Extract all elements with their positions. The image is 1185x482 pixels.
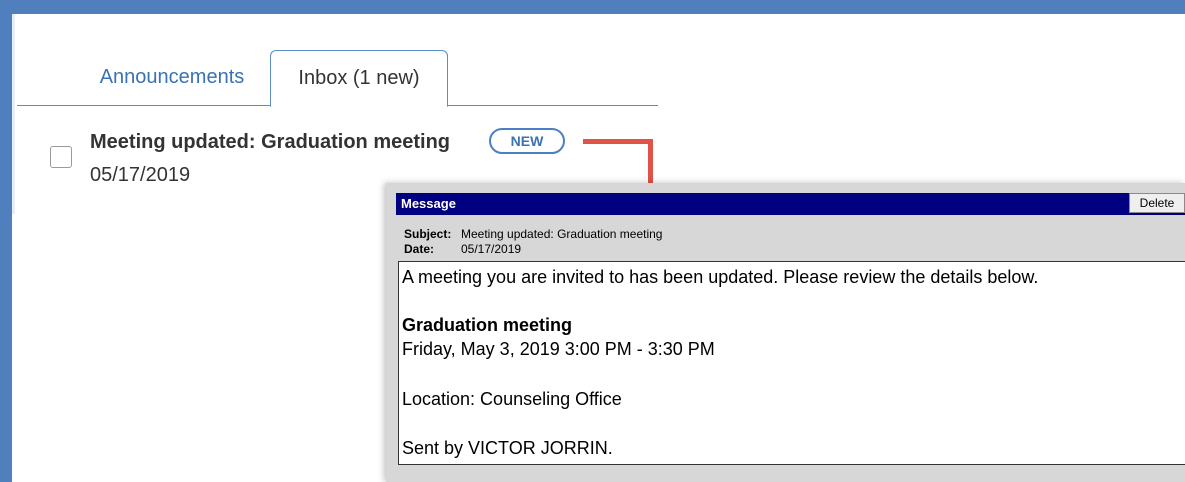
popup-subject-row: Subject: Meeting updated: Graduation meet… — [404, 227, 662, 241]
tab-inbox[interactable]: Inbox (1 new) — [270, 50, 448, 107]
event-time: Friday, May 3, 2019 3:00 PM - 3:30 PM — [402, 339, 715, 359]
delete-button[interactable]: Delete — [1129, 193, 1185, 213]
subject-value: Meeting updated: Graduation meeting — [461, 227, 663, 241]
event-location: Location: Counseling Office — [402, 389, 622, 409]
event-title: Graduation meeting — [402, 315, 573, 335]
message-subject-link[interactable]: Meeting updated: Graduation meeting — [90, 131, 450, 154]
frame-left-border — [0, 0, 12, 482]
date-label: Date: — [404, 242, 435, 256]
message-select-checkbox[interactable] — [50, 146, 72, 168]
message-popup: Message Delete Subject: Meeting updated: … — [386, 183, 1185, 482]
popup-date-row: Date: 05/17/2019 — [404, 242, 521, 256]
inner-shade — [12, 14, 15, 214]
body-intro: A meeting you are invited to has been up… — [402, 267, 1039, 287]
tab-announcements[interactable]: Announcements — [77, 50, 267, 105]
subject-label: Subject: — [404, 227, 452, 241]
new-badge: NEW — [489, 128, 565, 154]
sent-by: Sent by VICTOR JORRIN. — [402, 438, 613, 458]
message-date: 05/17/2019 — [90, 164, 191, 186]
popup-title: Message — [401, 196, 456, 211]
message-body: A meeting you are invited to has been up… — [398, 261, 1185, 465]
popup-header: Message Delete — [396, 193, 1185, 215]
frame-top-border — [0, 0, 1185, 14]
date-value: 05/17/2019 — [461, 242, 522, 256]
tab-bar: Announcements Inbox (1 new) — [17, 50, 658, 107]
arrow-horizontal-segment — [583, 139, 653, 144]
